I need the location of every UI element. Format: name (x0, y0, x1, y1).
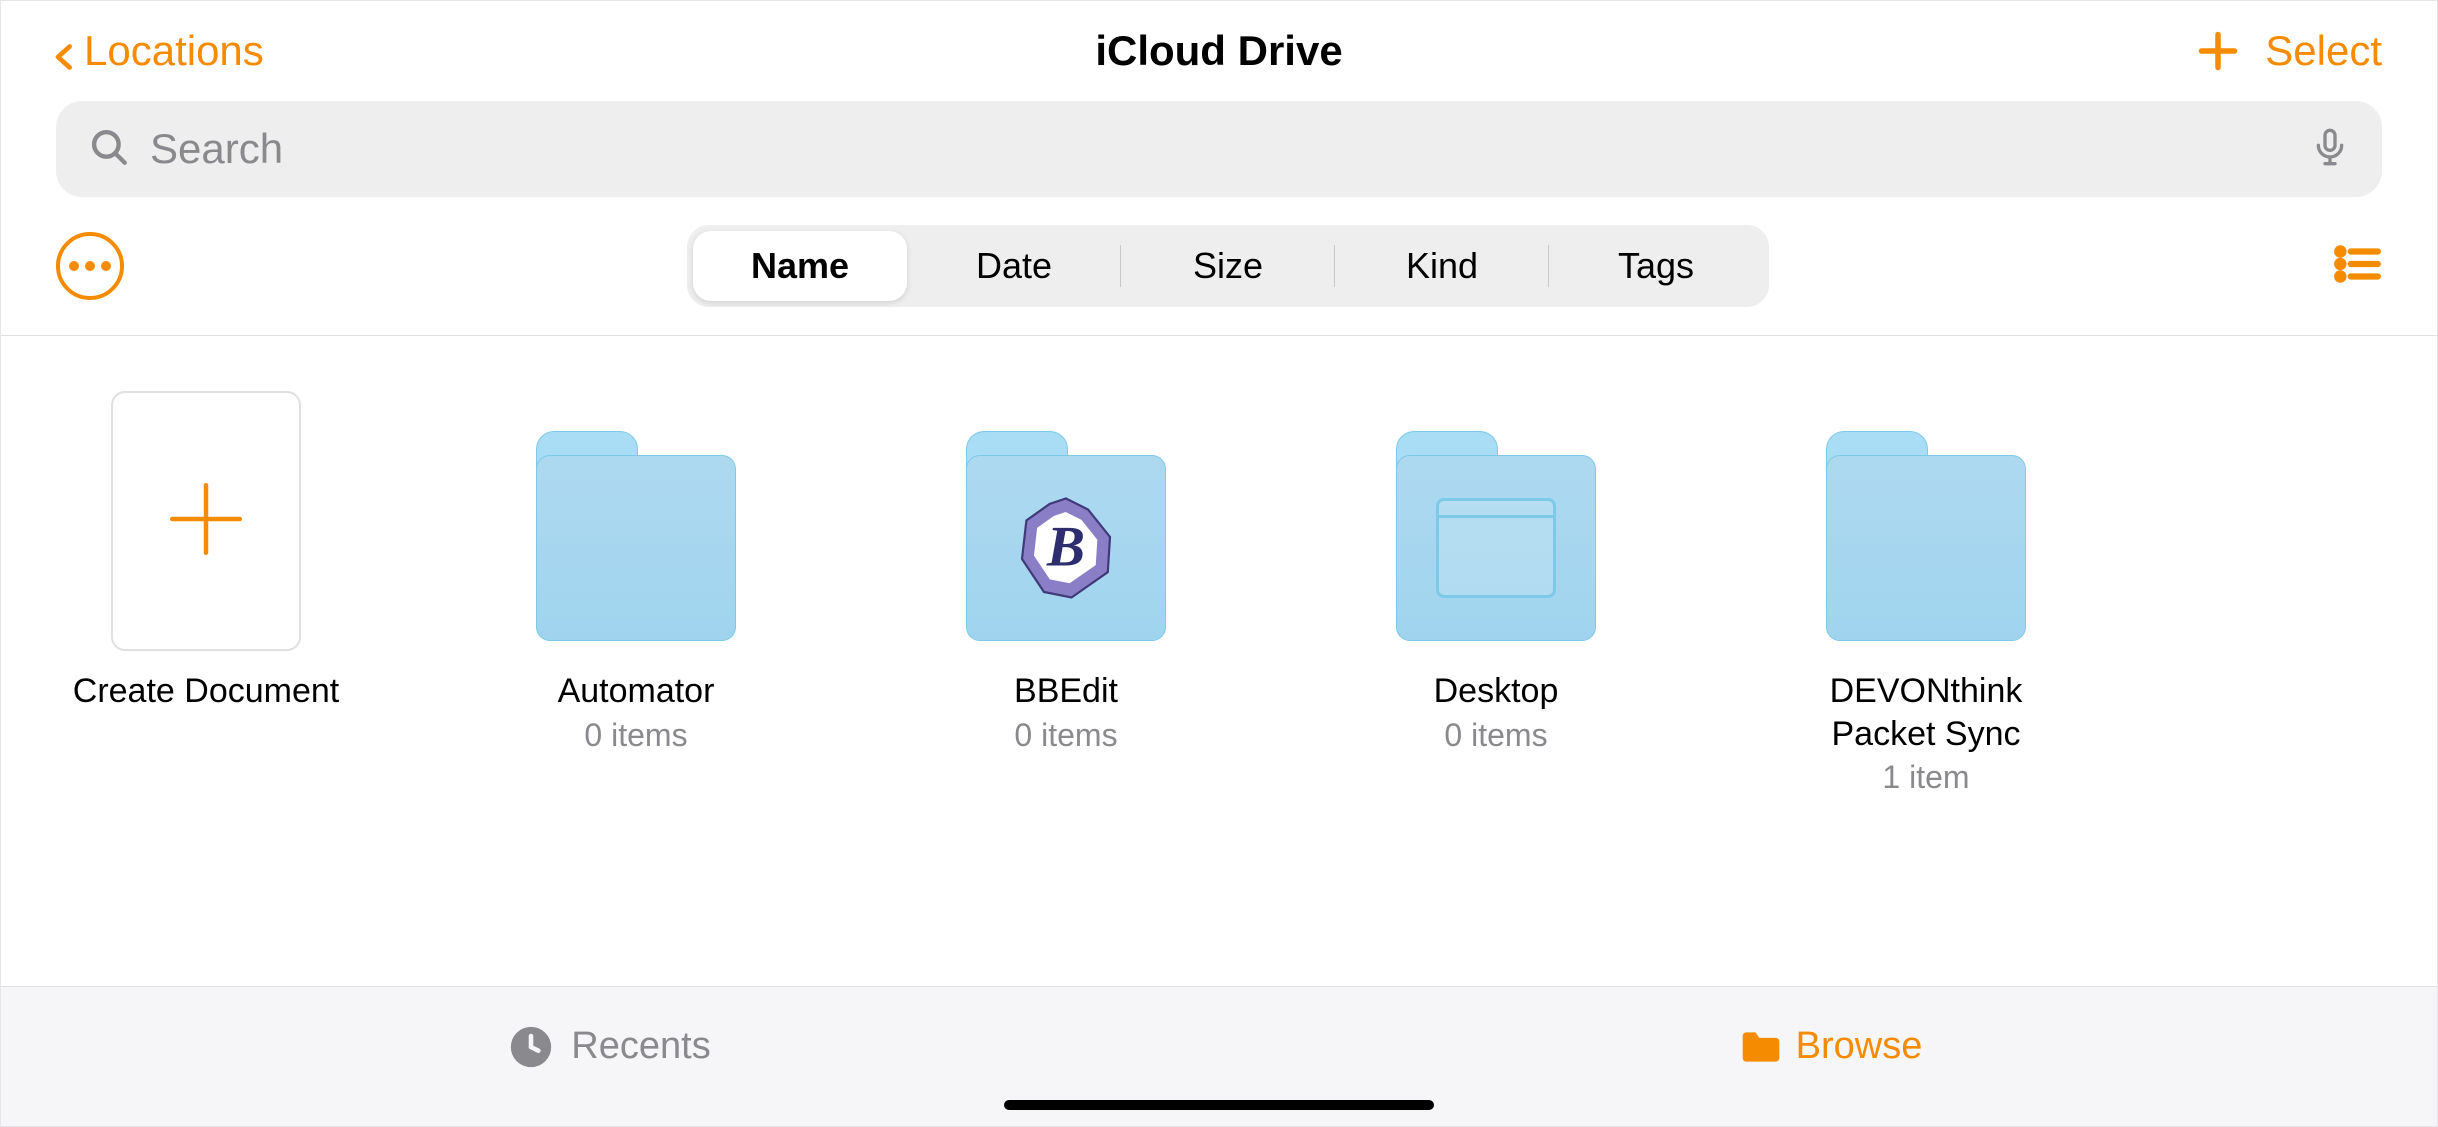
folder-subtitle: 0 items (1014, 717, 1117, 754)
folder-icon: B (966, 386, 1166, 656)
folder-name: Desktop (1434, 670, 1559, 713)
svg-text:B: B (1046, 516, 1085, 579)
folder-icon (1734, 1025, 1778, 1069)
sort-segmented-control: Name Date Size Kind Tags (687, 225, 1769, 307)
clock-icon (509, 1025, 553, 1069)
back-label: Locations (84, 27, 264, 75)
add-button[interactable] (2196, 29, 2240, 73)
search-input[interactable] (150, 125, 2290, 173)
tabbar: Recents Browse (1, 986, 2437, 1126)
folder-icon (1826, 386, 2026, 656)
toolbar: Name Date Size Kind Tags (1, 225, 2437, 335)
home-indicator[interactable] (1004, 1100, 1434, 1110)
select-button[interactable]: Select (2265, 27, 2382, 75)
folder-item[interactable]: DEVONthink Packet Sync 1 item (1776, 386, 2076, 796)
folder-icon (536, 386, 736, 656)
search-icon (88, 126, 130, 173)
desktop-window-icon (1436, 498, 1556, 598)
tab-recents-label: Recents (571, 1025, 710, 1068)
folder-subtitle: 0 items (1444, 717, 1547, 754)
folder-name: BBEdit (1014, 670, 1118, 713)
microphone-icon[interactable] (2310, 127, 2350, 172)
sort-segment-name[interactable]: Name (693, 231, 907, 301)
sort-segment-tags[interactable]: Tags (1549, 231, 1763, 301)
file-grid: Create Document Automator 0 items (1, 336, 2437, 986)
folder-name: DEVONthink Packet Sync (1776, 670, 2076, 755)
chevron-left-icon (51, 37, 79, 65)
list-icon (2332, 276, 2382, 293)
more-options-button[interactable] (56, 232, 124, 300)
searchbar[interactable] (56, 101, 2382, 197)
bbedit-app-icon: B (1011, 493, 1121, 603)
create-document-icon (106, 386, 306, 656)
ellipsis-icon (69, 261, 111, 271)
navbar: Locations iCloud Drive Select (1, 1, 2437, 101)
back-button[interactable]: Locations (51, 27, 264, 75)
page-title: iCloud Drive (1095, 27, 1342, 75)
list-view-button[interactable] (2332, 239, 2382, 294)
folder-subtitle: 0 items (584, 717, 687, 754)
sort-segment-size[interactable]: Size (1121, 231, 1335, 301)
tab-browse-label: Browse (1796, 1025, 1923, 1068)
folder-name: Automator (558, 670, 715, 713)
folder-item[interactable]: Automator 0 items (486, 386, 786, 754)
sort-segment-date[interactable]: Date (907, 231, 1121, 301)
create-document-item[interactable]: Create Document (56, 386, 356, 713)
create-document-label: Create Document (73, 670, 339, 713)
folder-item[interactable]: Desktop 0 items (1346, 386, 1646, 754)
searchbar-container (1, 101, 2437, 225)
folder-icon (1396, 386, 1596, 656)
plus-icon (161, 474, 251, 569)
folder-subtitle: 1 item (1882, 759, 1969, 796)
files-app: Locations iCloud Drive Select (0, 0, 2438, 1127)
sort-segment-kind[interactable]: Kind (1335, 231, 1549, 301)
plus-icon (2196, 29, 2240, 73)
folder-item[interactable]: B BBEdit 0 items (916, 386, 1216, 754)
